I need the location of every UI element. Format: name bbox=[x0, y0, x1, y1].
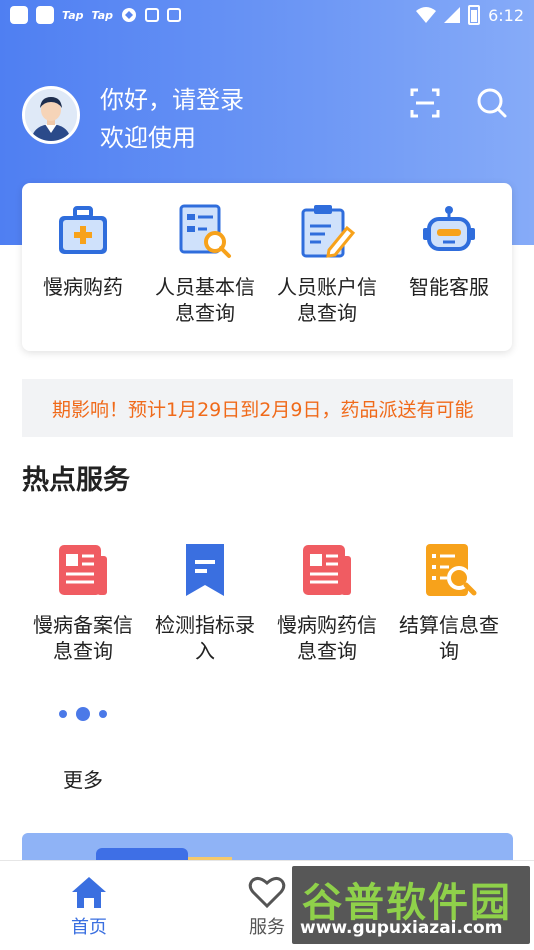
hot-services: 慢病备案信息查询 检测指标录入 慢病购药信息查询 结算信息查询 bbox=[22, 540, 510, 664]
tab-home[interactable]: 首页 bbox=[44, 875, 134, 939]
scan-icon[interactable] bbox=[408, 86, 442, 120]
quick-menu: 慢病购药 人员基本信息查询 人员账户信息查询 智能客服 bbox=[22, 202, 510, 326]
battery-icon bbox=[468, 5, 481, 25]
tab-label: 首页 bbox=[71, 917, 107, 938]
menu-item-account-info[interactable]: 人员账户信息查询 bbox=[266, 202, 388, 326]
heart-icon bbox=[248, 876, 286, 909]
menu-item-label: 慢病购药 bbox=[43, 275, 123, 299]
service-label: 慢病备案信息查询 bbox=[33, 613, 133, 663]
notice-marquee[interactable]: 期影响！预计1月29日到2月9日，药品派送有可能 bbox=[22, 379, 513, 437]
service-chronic-purchase[interactable]: 慢病购药信息查询 bbox=[266, 540, 388, 664]
search-icon[interactable] bbox=[475, 86, 509, 120]
service-indicator-entry[interactable]: 检测指标录入 bbox=[144, 540, 266, 664]
avatar[interactable] bbox=[22, 86, 80, 144]
service-settlement[interactable]: 结算信息查询 bbox=[388, 540, 510, 664]
info-search-icon bbox=[179, 204, 231, 258]
menu-item-chronic-medicine[interactable]: 慢病购药 bbox=[22, 202, 144, 326]
taptap-icon: Tap bbox=[62, 8, 84, 22]
service-label: 结算信息查询 bbox=[399, 613, 499, 663]
wifi-icon bbox=[416, 7, 437, 23]
account-edit-icon bbox=[301, 205, 356, 258]
home-icon bbox=[72, 877, 106, 908]
welcome-text: 欢迎使用 bbox=[100, 124, 196, 152]
app-square-icon bbox=[36, 6, 54, 24]
more-button[interactable]: 更多 bbox=[22, 700, 144, 793]
more-label: 更多 bbox=[63, 768, 103, 792]
service-chronic-filing[interactable]: 慢病备案信息查询 bbox=[22, 540, 144, 664]
service-label: 检测指标录入 bbox=[155, 613, 255, 663]
font-icon bbox=[167, 8, 181, 22]
app-square-icon bbox=[10, 6, 28, 24]
list-search-icon bbox=[426, 544, 477, 596]
clock: 6:12 bbox=[488, 5, 524, 25]
watermark: 谷普软件园 www.gupuxiazai.com bbox=[292, 866, 530, 944]
login-prompt[interactable]: 你好，请登录 bbox=[100, 80, 244, 115]
menu-item-label: 人员账户信息查询 bbox=[277, 275, 377, 325]
menu-item-basic-info[interactable]: 人员基本信息查询 bbox=[144, 202, 266, 326]
service-label: 慢病购药信息查询 bbox=[277, 613, 377, 663]
status-bar: Tap Tap 6:12 bbox=[0, 0, 534, 30]
medicine-box-icon bbox=[59, 206, 107, 254]
watermark-url: www.gupuxiazai.com bbox=[300, 918, 503, 938]
menu-item-customer-service[interactable]: 智能客服 bbox=[388, 202, 510, 326]
robot-icon bbox=[423, 206, 475, 251]
notice-text: 期影响！预计1月29日到2月9日，药品派送有可能 bbox=[52, 399, 474, 421]
bookmark-icon bbox=[186, 544, 224, 596]
document-icon bbox=[59, 545, 107, 595]
message-icon bbox=[145, 8, 159, 22]
document-icon bbox=[303, 545, 351, 595]
signal-icon bbox=[444, 7, 461, 23]
menu-item-label: 智能客服 bbox=[409, 275, 489, 299]
more-icon bbox=[22, 700, 144, 728]
refresh-icon bbox=[122, 8, 136, 22]
section-title: 热点服务 bbox=[22, 465, 130, 496]
taptap-icon: Tap bbox=[91, 8, 114, 22]
menu-item-label: 人员基本信息查询 bbox=[155, 275, 255, 325]
